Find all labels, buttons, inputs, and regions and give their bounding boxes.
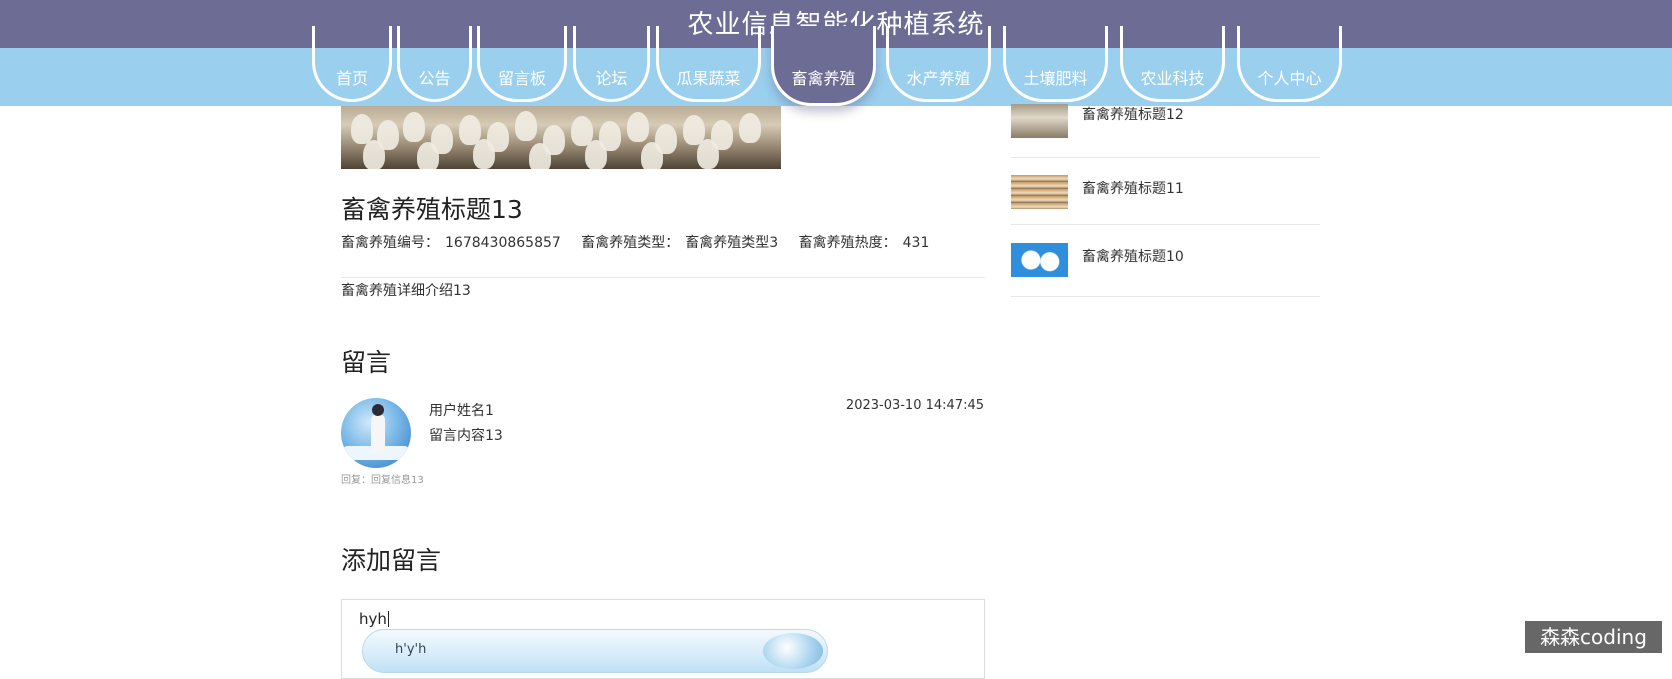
nav-item-soil-fertilizer[interactable]: 土壤肥料 xyxy=(1003,26,1108,106)
livestock-hero-image xyxy=(341,106,781,169)
number-value: 1678430865857 xyxy=(445,235,561,251)
sidebar-item[interactable]: 畜禽养殖标题10 xyxy=(1011,242,1321,312)
add-comment-heading: 添加留言 xyxy=(341,546,442,575)
sidebar-divider xyxy=(1011,296,1320,297)
nav-item-home[interactable]: 首页 xyxy=(312,26,392,106)
heat-label: 畜禽养殖热度： xyxy=(798,235,897,251)
sidebar-item-title: 畜禽养殖标题10 xyxy=(1082,249,1184,265)
ime-composition: h'y'h xyxy=(395,642,427,657)
watermark: 森森coding xyxy=(1525,621,1662,653)
ime-candidate-bar[interactable]: h'y'h xyxy=(362,629,828,673)
detail-meta: 畜禽养殖编号： 1678430865857 畜禽养殖类型： 畜禽养殖类型3 畜禽养殖… xyxy=(341,232,945,252)
sidebar-item-title: 畜禽养殖标题11 xyxy=(1082,181,1184,197)
sidebar-thumb-ducks xyxy=(1011,104,1068,138)
sidebar-item-title: 畜禽养殖标题12 xyxy=(1082,107,1184,123)
sidebar-item[interactable]: 畜禽养殖标题11 xyxy=(1011,174,1321,244)
main-nav: 首页 公告 留言板 论坛 瓜果蔬菜 畜禽养殖 水产养殖 土壤肥料 农业科技 个人… xyxy=(0,26,1672,106)
comment-reply: 回复：回复信息13 xyxy=(341,475,424,486)
type-value: 畜禽养殖类型3 xyxy=(685,235,779,251)
nav-item-livestock[interactable]: 畜禽养殖 xyxy=(771,26,876,106)
sidebar-thumb-white-ducks xyxy=(1011,243,1068,277)
nav-item-fruits-vegetables[interactable]: 瓜果蔬菜 xyxy=(656,26,761,106)
avatar xyxy=(341,398,411,468)
detail-divider xyxy=(341,277,985,278)
nav-item-aquaculture[interactable]: 水产养殖 xyxy=(886,26,991,106)
sidebar-divider xyxy=(1011,157,1320,158)
detail-intro: 畜禽养殖详细介绍13 xyxy=(341,283,471,299)
nav-item-message-board[interactable]: 留言板 xyxy=(477,26,567,106)
type-label: 畜禽养殖类型： xyxy=(581,235,680,251)
detail-title: 畜禽养殖标题13 xyxy=(341,195,523,224)
comments-heading: 留言 xyxy=(341,348,392,377)
sidebar-thumb-poultry-house xyxy=(1011,175,1068,209)
nav-item-notice[interactable]: 公告 xyxy=(397,26,472,106)
comment-content: 留言内容13 xyxy=(429,428,503,444)
ime-decoration-icon xyxy=(763,633,823,669)
nav-item-agri-tech[interactable]: 农业科技 xyxy=(1120,26,1225,106)
sidebar-divider xyxy=(1011,224,1320,225)
text-caret xyxy=(387,611,389,627)
sidebar-item[interactable]: 畜禽养殖标题12 xyxy=(1011,104,1321,174)
heat-value: 431 xyxy=(902,235,930,251)
comment-editor-text[interactable]: hyh xyxy=(359,610,389,628)
comment-username: 用户姓名1 xyxy=(429,403,494,419)
number-label: 畜禽养殖编号： xyxy=(341,235,439,251)
comment-date: 2023-03-10 14:47:45 xyxy=(845,398,984,413)
nav-list: 首页 公告 留言板 论坛 瓜果蔬菜 畜禽养殖 水产养殖 土壤肥料 农业科技 个人… xyxy=(312,26,1342,106)
nav-item-forum[interactable]: 论坛 xyxy=(573,26,650,106)
nav-item-personal-center[interactable]: 个人中心 xyxy=(1237,26,1342,106)
